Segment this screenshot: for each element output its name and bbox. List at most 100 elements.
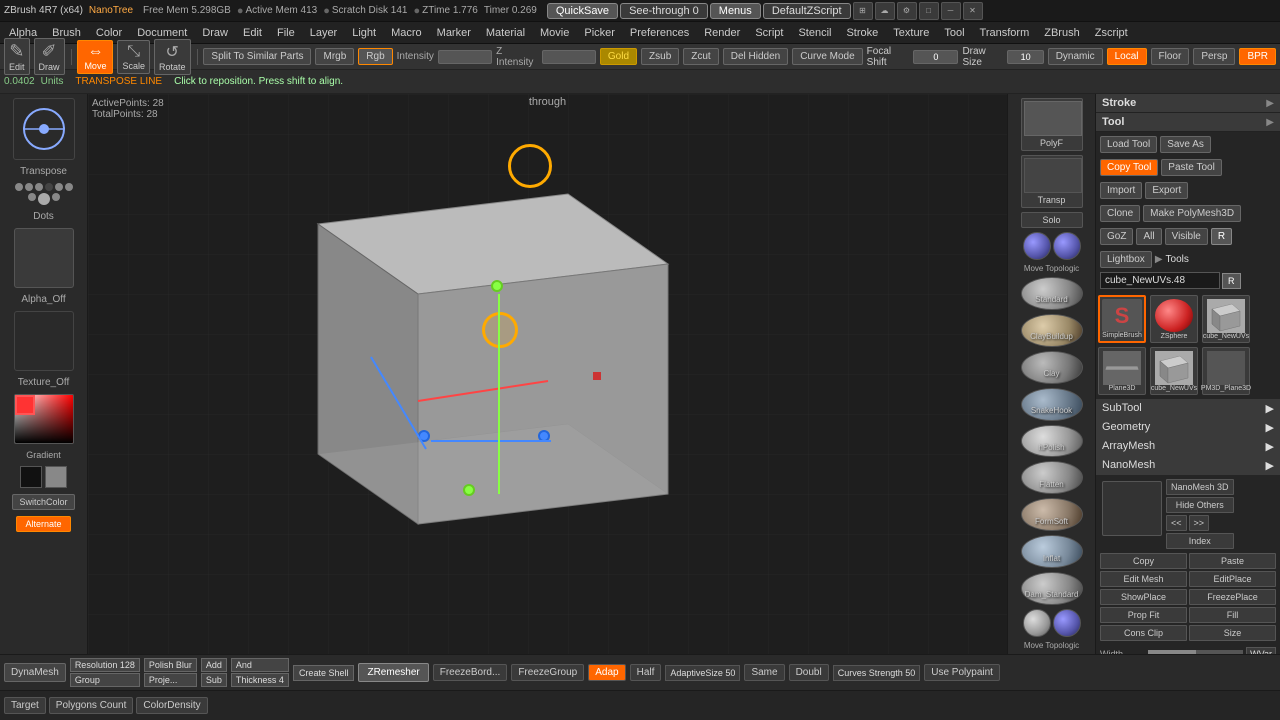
gizmo-mid-circle[interactable] — [482, 312, 518, 348]
menu-render[interactable]: Render — [697, 25, 747, 41]
polygons-count-button[interactable]: Polygons Count — [49, 697, 134, 714]
menu-draw[interactable]: Draw — [195, 25, 235, 41]
tool-name-input[interactable] — [1100, 272, 1220, 289]
dynamesh-button[interactable]: DynaMesh — [4, 663, 66, 682]
gizmo-top-circle[interactable] — [508, 144, 552, 188]
icon4[interactable]: □ — [919, 2, 939, 20]
menu-tool[interactable]: Tool — [937, 25, 971, 41]
damstandard-sphere[interactable]: Dam_Standard — [1021, 572, 1083, 605]
gold-button[interactable]: Gold — [600, 48, 637, 65]
copy-button[interactable]: Copy — [1100, 553, 1187, 569]
fill-button[interactable]: Fill — [1189, 607, 1276, 623]
draw-size-slider[interactable]: 10 — [1007, 50, 1043, 64]
icon2[interactable]: ☁ — [875, 2, 895, 20]
icon1[interactable]: ⊞ — [853, 2, 873, 20]
standard-sphere[interactable]: Standard — [1021, 277, 1083, 310]
color-picker[interactable] — [14, 394, 74, 444]
visible-button[interactable]: Visible — [1165, 228, 1208, 245]
use-polypaint-button[interactable]: Use Polypaint — [924, 664, 1000, 681]
menu-picker[interactable]: Picker — [577, 25, 622, 41]
menus-button[interactable]: Menus — [710, 3, 761, 19]
all-button[interactable]: All — [1136, 228, 1161, 245]
menu-movie[interactable]: Movie — [533, 25, 576, 41]
target-button[interactable]: Target — [4, 697, 46, 714]
topo-sphere[interactable] — [1053, 232, 1081, 260]
snakehook-sphere[interactable]: SnakeHook — [1021, 388, 1083, 421]
nanomesh-header[interactable]: NanoMesh ▶ — [1096, 456, 1280, 475]
menu-preferences[interactable]: Preferences — [623, 25, 696, 41]
adap-button[interactable]: Adap — [588, 664, 625, 681]
floor-button[interactable]: Floor — [1151, 48, 1190, 65]
freezeplace-button[interactable]: FreezePlace — [1189, 589, 1276, 605]
make-polymesh-button[interactable]: Make PolyMesh3D — [1143, 205, 1241, 222]
resolution-label[interactable]: Resolution 128 — [70, 658, 140, 672]
editplace-button[interactable]: EditPlace — [1189, 571, 1276, 587]
gizmo-green-dot-top[interactable] — [491, 280, 503, 292]
clone-button[interactable]: Clone — [1100, 205, 1140, 222]
cube-newuvs-thumb2[interactable]: cube_NewUVs — [1150, 347, 1198, 395]
texture-swatch[interactable] — [14, 311, 74, 371]
tool-r-button[interactable]: R — [1222, 273, 1241, 289]
project-button[interactable]: Proje... — [144, 673, 197, 687]
flatten-sphere[interactable]: Flatten — [1021, 461, 1083, 494]
zsub-button[interactable]: Zsub — [641, 48, 679, 65]
move-sphere[interactable] — [1023, 232, 1051, 260]
move-sphere2[interactable] — [1023, 609, 1051, 637]
width-slider[interactable] — [1148, 650, 1243, 654]
solo-button[interactable]: Solo — [1021, 212, 1083, 228]
paste-button[interactable]: Paste — [1189, 553, 1276, 569]
dynamic-button[interactable]: Dynamic — [1048, 48, 1103, 65]
menu-zbrush[interactable]: ZBrush — [1037, 25, 1086, 41]
switchcolor-button[interactable]: SwitchColor — [12, 494, 74, 510]
inflat-sphere[interactable]: Inflat — [1021, 535, 1083, 568]
claybuildup-sphere[interactable]: ClayBuildup — [1021, 314, 1083, 347]
menu-file[interactable]: File — [270, 25, 302, 41]
load-tool-button[interactable]: Load Tool — [1100, 136, 1157, 153]
curve-mode-button[interactable]: Curve Mode — [792, 48, 862, 65]
draw-button[interactable]: ✐ Draw — [34, 38, 65, 75]
colordensity-bottom-button[interactable]: ColorDensity — [136, 697, 207, 714]
rgb-button[interactable]: Rgb — [358, 48, 392, 65]
propfit-button[interactable]: Prop Fit — [1100, 607, 1187, 623]
and-button[interactable]: And — [231, 658, 289, 672]
quicksave-button[interactable]: QuickSave — [547, 3, 618, 19]
mrgb-button[interactable]: Mrgb — [315, 48, 354, 65]
menu-edit[interactable]: Edit — [236, 25, 269, 41]
bg-swatch[interactable] — [45, 466, 67, 488]
sub-button[interactable]: Sub — [201, 673, 227, 687]
tool-section-header[interactable]: Tool ▶ — [1096, 113, 1280, 132]
curves-strength-label[interactable]: Curves Strength 50 — [833, 665, 921, 681]
edit-button[interactable]: ✎ Edit — [4, 38, 30, 75]
edit-mesh-button[interactable]: Edit Mesh — [1100, 571, 1187, 587]
copy-tool-button[interactable]: Copy Tool — [1100, 159, 1158, 176]
menu-stroke[interactable]: Stroke — [839, 25, 885, 41]
arraymesh-header[interactable]: ArrayMesh ▶ — [1096, 437, 1280, 456]
polish-blur-button[interactable]: Polish Blur — [144, 658, 197, 672]
doubl-button[interactable]: Doubl — [789, 664, 829, 681]
transp-button[interactable]: Transp — [1021, 155, 1083, 208]
nav-next-button[interactable]: >> — [1189, 515, 1210, 531]
alpha-swatch[interactable] — [14, 228, 74, 288]
menu-transform[interactable]: Transform — [973, 25, 1037, 41]
menu-marker[interactable]: Marker — [430, 25, 478, 41]
hide-others-button[interactable]: Hide Others — [1166, 497, 1234, 513]
same-button[interactable]: Same — [744, 664, 784, 681]
icon6[interactable]: ✕ — [963, 2, 983, 20]
menu-material[interactable]: Material — [479, 25, 532, 41]
local-button[interactable]: Local — [1107, 48, 1147, 65]
zcut-button[interactable]: Zcut — [683, 48, 718, 65]
subtool-header[interactable]: SubTool ▶ — [1096, 399, 1280, 418]
size-button[interactable]: Size — [1189, 625, 1276, 641]
stroke-section-header[interactable]: Stroke ▶ — [1096, 94, 1280, 113]
freezegroups-button[interactable]: FreezeGroup — [511, 664, 584, 681]
paste-tool-button[interactable]: Paste Tool — [1161, 159, 1222, 176]
gizmo-green-dot-bottom[interactable] — [463, 484, 475, 496]
transpose-line-label[interactable]: TRANSPOSE LINE — [75, 76, 162, 87]
save-as-button[interactable]: Save As — [1160, 136, 1211, 153]
gizmo-blue-dot[interactable] — [418, 430, 430, 442]
freezeborders-button[interactable]: FreezeBord... — [433, 664, 508, 681]
bpr-button[interactable]: BPR — [1239, 48, 1276, 65]
nanomesh3d-button[interactable]: NanoMesh 3D — [1166, 479, 1234, 495]
group-label[interactable]: Group — [70, 673, 140, 687]
defaultzscript-button[interactable]: DefaultZScript — [763, 3, 851, 19]
